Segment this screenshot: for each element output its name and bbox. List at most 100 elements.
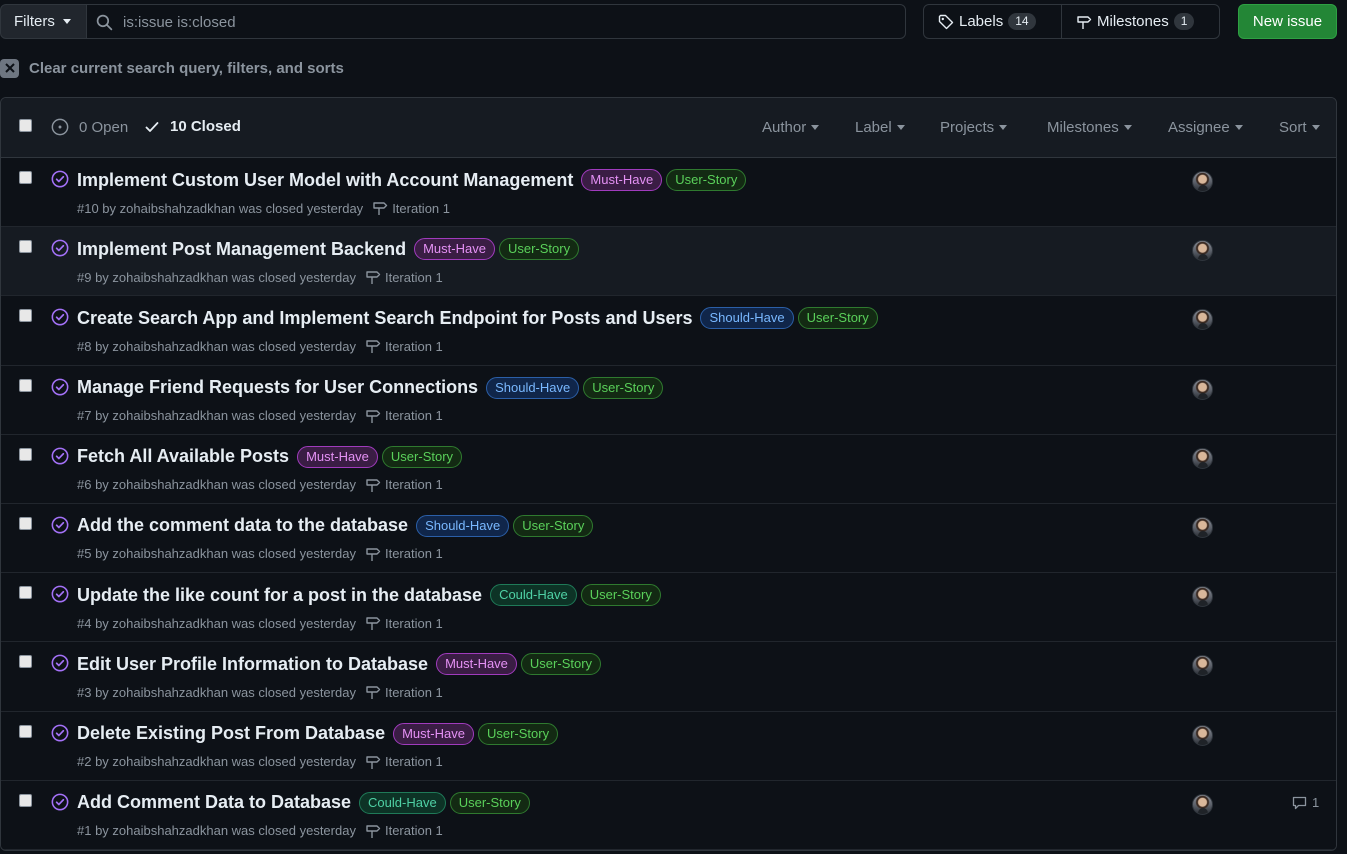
issue-milestone[interactable]: Iteration 1 (365, 615, 443, 631)
issue-checkbox[interactable] (19, 655, 32, 669)
issue-label[interactable]: User-Story (449, 791, 530, 814)
projects-filter[interactable]: Projects (940, 119, 1008, 136)
issue-title-link[interactable]: Update the like count for a post in the … (77, 585, 482, 606)
label-filter[interactable]: Label (855, 119, 905, 136)
issue-label[interactable]: User-Story (580, 584, 661, 607)
issue-row[interactable]: Create Search App and Implement Search E… (1, 296, 1336, 366)
issue-checkbox[interactable] (19, 447, 32, 461)
issue-checkbox[interactable] (19, 516, 32, 530)
issue-label[interactable]: Should-Have (486, 376, 580, 399)
issue-label[interactable]: Must-Have (297, 445, 378, 468)
close-icon[interactable] (0, 58, 19, 78)
select-all-checkbox[interactable] (19, 119, 32, 132)
assignee-avatar[interactable] (1192, 793, 1213, 815)
issue-meta: #3 by zohaibshahzadkhan was closed yeste… (77, 684, 443, 700)
issue-milestone[interactable]: Iteration 1 (365, 338, 443, 354)
issue-title-link[interactable]: Fetch All Available Posts (77, 446, 289, 467)
author-filter[interactable]: Author (762, 119, 820, 136)
issue-milestone[interactable]: Iteration 1 (365, 408, 443, 424)
assignee-avatar[interactable] (1192, 586, 1213, 608)
issue-opened-by: #8 by zohaibshahzadkhan was closed yeste… (77, 338, 356, 354)
issue-title-line: Edit User Profile Information to Databas… (77, 653, 602, 676)
issue-row[interactable]: Update the like count for a post in the … (1, 573, 1336, 643)
assignee-avatar[interactable] (1192, 378, 1213, 400)
issue-opened-by: #2 by zohaibshahzadkhan was closed yeste… (77, 754, 356, 769)
issue-label[interactable]: Should-Have (416, 514, 510, 537)
issue-milestone[interactable]: Iteration 1 (365, 684, 443, 700)
issue-row[interactable]: Implement Post Management Backend Must-Ha… (1, 227, 1336, 297)
issue-label[interactable]: User-Story (477, 722, 559, 745)
assignee-avatar[interactable] (1192, 516, 1213, 538)
filters-button[interactable]: Filters (0, 4, 87, 39)
issue-row[interactable]: Edit User Profile Information to Databas… (1, 642, 1336, 712)
issue-milestone[interactable]: Iteration 1 (365, 754, 443, 770)
clear-query-link[interactable]: Clear current search query, filters, and… (0, 57, 344, 79)
issue-closed-icon (51, 170, 69, 188)
assignee-avatar[interactable] (1192, 724, 1213, 746)
issue-title-link[interactable]: Add the comment data to the database (77, 515, 408, 536)
issue-milestone[interactable]: Iteration 1 (365, 823, 443, 839)
issue-label[interactable]: Must-Have (436, 653, 517, 676)
issue-title-line: Add Comment Data to Database Could-Have Us… (77, 791, 530, 814)
issue-label[interactable]: Could-Have (359, 791, 446, 814)
issue-checkbox[interactable] (19, 793, 32, 807)
issue-label[interactable]: User-Story (520, 653, 602, 676)
assignee-avatar[interactable] (1192, 309, 1213, 331)
issue-title-link[interactable]: Create Search App and Implement Search E… (77, 308, 692, 329)
issue-milestone[interactable]: Iteration 1 (365, 477, 443, 493)
issue-title-link[interactable]: Add Comment Data to Database (77, 792, 351, 813)
milestone-icon (1077, 15, 1092, 29)
issue-title-link[interactable]: Delete Existing Post From Database (77, 723, 385, 744)
issue-title-link[interactable]: Manage Friend Requests for User Connecti… (77, 377, 478, 398)
issue-label[interactable]: User-Story (583, 376, 664, 399)
issue-label[interactable]: Should-Have (700, 307, 794, 330)
milestones-button[interactable]: Milestones 1 (1062, 5, 1195, 38)
issue-label[interactable]: User-Story (381, 445, 463, 468)
chevron-down-icon (999, 125, 1008, 130)
assignee-avatar[interactable] (1192, 655, 1213, 677)
search-input[interactable] (123, 11, 883, 33)
new-issue-label: New issue (1252, 13, 1323, 30)
issue-label[interactable]: Must-Have (414, 238, 495, 261)
issue-row[interactable]: Add the comment data to the database Shou… (1, 503, 1336, 574)
comment-icon (1292, 796, 1307, 809)
issue-label[interactable]: Must-Have (393, 722, 474, 745)
issue-checkbox[interactable] (19, 309, 32, 323)
issue-title-link[interactable]: Implement Custom User Model with Account… (77, 170, 573, 191)
closed-issues-tab[interactable]: 10 Closed (144, 118, 241, 135)
issue-title-link[interactable]: Implement Post Management Backend (77, 239, 406, 260)
issue-checkbox[interactable] (19, 586, 32, 600)
chevron-down-icon (1123, 125, 1132, 130)
issue-label[interactable]: Could-Have (490, 584, 577, 607)
issue-opened-by: #10 by zohaibshahzadkhan was closed yest… (77, 200, 364, 216)
issue-checkbox[interactable] (19, 171, 32, 184)
issue-checkbox[interactable] (19, 724, 32, 738)
sort-filter[interactable]: Sort (1279, 119, 1320, 136)
labels-button[interactable]: Labels 14 (924, 5, 1062, 38)
issue-milestone[interactable]: Iteration 1 (365, 269, 443, 285)
issue-label[interactable]: User-Story (666, 169, 747, 191)
issue-row[interactable]: Add Comment Data to Database Could-Have Us… (1, 780, 1336, 850)
issue-title-link[interactable]: Edit User Profile Information to Databas… (77, 654, 428, 675)
open-issues-tab[interactable]: 0 Open (51, 118, 128, 136)
issue-milestone-label: Iteration 1 (384, 823, 443, 839)
issue-milestone[interactable]: Iteration 1 (365, 546, 443, 562)
issue-label[interactable]: Must-Have (581, 169, 663, 191)
issue-checkbox[interactable] (19, 240, 32, 254)
new-issue-button[interactable]: New issue (1238, 4, 1337, 39)
assignee-avatar[interactable] (1192, 447, 1213, 469)
milestones-filter[interactable]: Milestones (1047, 119, 1132, 136)
issue-label[interactable]: User-Story (797, 307, 878, 330)
assignee-filter[interactable]: Assignee (1168, 119, 1243, 136)
issue-label[interactable]: User-Story (498, 238, 580, 261)
comments-link[interactable]: 1 (1291, 795, 1319, 811)
assignee-avatar[interactable] (1192, 171, 1213, 192)
issue-row[interactable]: Fetch All Available Posts Must-Have User-S… (1, 434, 1336, 504)
assignee-avatar[interactable] (1192, 240, 1213, 262)
issue-checkbox[interactable] (19, 378, 32, 392)
issue-row[interactable]: Manage Friend Requests for User Connecti… (1, 365, 1336, 435)
issue-label[interactable]: User-Story (513, 514, 594, 537)
issue-milestone[interactable]: Iteration 1 (372, 200, 450, 216)
issue-row[interactable]: Implement Custom User Model with Account… (1, 158, 1336, 228)
issue-row[interactable]: Delete Existing Post From Database Must-H… (1, 711, 1336, 781)
